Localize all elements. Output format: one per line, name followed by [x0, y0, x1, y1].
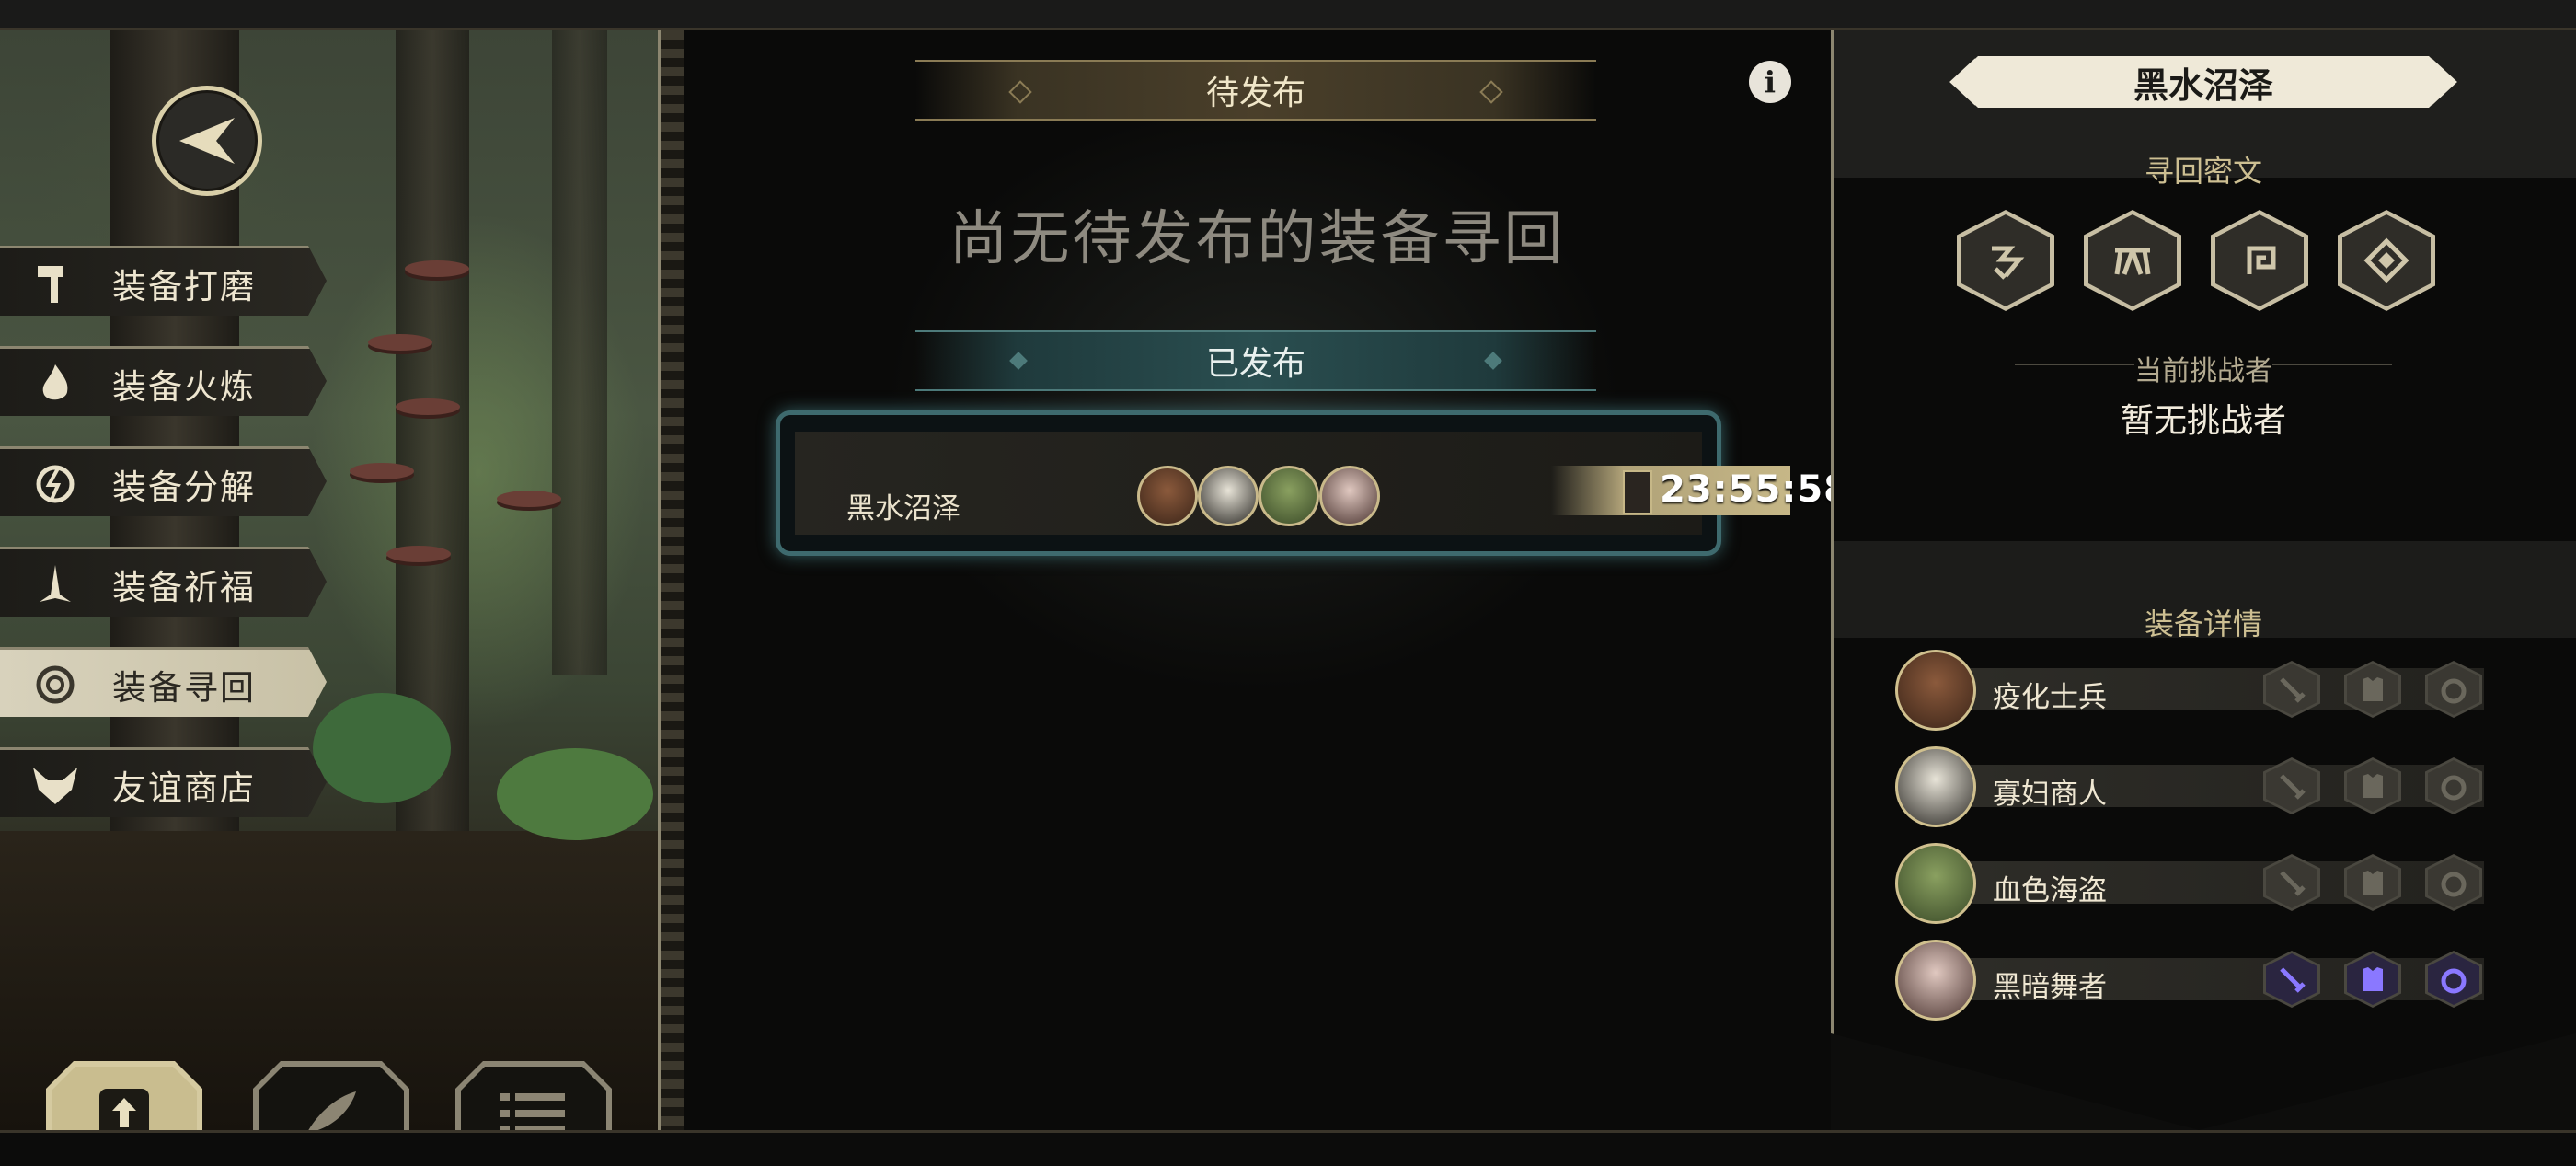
top-bar: [0, 0, 2576, 30]
tree-trunk: [552, 30, 607, 675]
nav-item-label: 友谊商店: [112, 768, 256, 808]
mushroom: [368, 334, 432, 351]
chevron-left-icon[interactable]: [1947, 56, 1984, 108]
upload-icon: [99, 1089, 149, 1130]
sword-icon: [2280, 677, 2306, 703]
feather-icon: [306, 1091, 356, 1130]
quest-card[interactable]: 黑水沼泽 23:55:58: [776, 410, 1849, 556]
rune-glyph-icon: [2247, 246, 2276, 274]
equip-section-title: 装备详情: [2144, 606, 2262, 641]
bush: [497, 748, 653, 840]
nav-item-label: 装备寻回: [112, 668, 256, 708]
bush: [313, 693, 451, 803]
challenger-value: 暂无挑战者: [2120, 402, 2286, 440]
region-title-text: 黑水沼泽: [2133, 64, 2273, 106]
fox-icon: [28, 757, 83, 813]
mushroom: [497, 491, 561, 507]
pending-header-text: 待发布: [1205, 75, 1305, 112]
nav-item-disassemble[interactable]: 装备分解: [0, 446, 327, 516]
portrait-dark-dancer: [1895, 940, 1976, 1021]
nav-item-label: 装备分解: [112, 468, 256, 507]
published-header: 已发布: [915, 330, 1596, 391]
rune-section-title: 寻回密文: [2144, 154, 2262, 189]
published-header-text: 已发布: [1205, 345, 1305, 383]
portrait-plague-soldier: [1895, 650, 1976, 731]
tab-publish[interactable]: [46, 1061, 202, 1130]
sword-icon: [2280, 967, 2306, 993]
ring-icon: [2441, 775, 2467, 801]
nav-item-polish[interactable]: 装备打磨: [0, 246, 327, 316]
nav-item-retrieve[interactable]: 装备寻回: [0, 647, 327, 717]
mushroom: [386, 546, 451, 562]
chevron-right-icon[interactable]: [2423, 56, 2460, 108]
sword-icon: [2280, 774, 2306, 800]
armor-icon: [2363, 871, 2383, 895]
equip-name: 疫化士兵: [1993, 681, 2107, 714]
back-button[interactable]: [152, 86, 262, 196]
equip-row[interactable]: 寡妇商人: [1895, 746, 2484, 827]
ring-icon: [2441, 872, 2467, 897]
equip-row[interactable]: 黑暗舞者: [1895, 940, 2484, 1021]
left-panel: 装备打磨 装备火炼 装备分解 装备祈福 装备寻回 友谊商店: [0, 30, 658, 1130]
tab-feather[interactable]: [253, 1061, 409, 1130]
mushroom: [405, 260, 469, 277]
nav-item-temper[interactable]: 装备火炼: [0, 346, 327, 416]
nav-item-label: 装备火炼: [112, 367, 256, 407]
nav-item-label: 装备打磨: [112, 267, 256, 306]
info-icon: i: [1764, 64, 1777, 99]
equip-row[interactable]: 疫化士兵: [1895, 650, 2484, 731]
armor-icon: [2363, 967, 2383, 991]
info-button[interactable]: i: [1749, 61, 1791, 103]
pray-icon: [28, 557, 83, 612]
equip-name: 寡妇商人: [1993, 778, 2107, 811]
armor-icon: [2363, 677, 2383, 701]
ring-icon: [2441, 968, 2467, 994]
equip-name: 黑暗舞者: [1993, 971, 2107, 1004]
flame-icon: [28, 356, 83, 411]
portrait-widow-merchant: [1198, 466, 1259, 526]
list-icon: [500, 1093, 565, 1130]
armor-icon: [2363, 774, 2383, 798]
challenger-label: 当前挑战者: [2134, 355, 2272, 387]
diamond-ornament: [1008, 80, 1032, 104]
diamond-ornament: [1479, 80, 1503, 104]
hourglass-icon: [1623, 470, 1652, 514]
quest-name: 黑水沼泽: [846, 492, 960, 525]
ring-icon: [2441, 678, 2467, 704]
region-title: 黑水沼泽: [1950, 56, 2456, 108]
quest-card-inner: 黑水沼泽 23:55:58: [795, 432, 1849, 535]
tab-list[interactable]: [455, 1061, 612, 1130]
nav-item-bless[interactable]: 装备祈福: [0, 547, 327, 617]
pending-header: 待发布: [915, 60, 1596, 121]
right-panel: 黑水沼泽 寻回密文 当前挑战者 暂无挑战者 装备详情 疫化士兵 寡妇商人 血色海…: [1831, 30, 2576, 1130]
hammer-icon: [28, 256, 83, 311]
nav-item-shop[interactable]: 友谊商店: [0, 747, 327, 817]
empty-message: 尚无待发布的装备寻回: [949, 205, 1566, 273]
rune-glyph-icon: [1992, 246, 2025, 280]
diamond-ornament: [1484, 352, 1502, 370]
equip-name: 血色海盗: [1993, 874, 2107, 907]
rune-glyph-icon: [2363, 237, 2409, 283]
rune-glyph-icon: [2114, 248, 2151, 275]
mushroom: [396, 398, 460, 415]
nav-item-label: 装备祈福: [112, 568, 256, 607]
portrait-plague-soldier: [1137, 466, 1198, 526]
mushroom: [350, 463, 414, 479]
sword-icon: [2280, 871, 2306, 896]
center-panel: 待发布 i 尚无待发布的装备寻回 已发布 黑水沼泽 23:55:58: [684, 30, 1849, 1130]
back-arrow-icon: [179, 118, 235, 164]
portrait-widow-merchant: [1895, 746, 1976, 827]
divider-line: [2272, 364, 2392, 365]
portrait-crimson-pirate: [1895, 843, 1976, 924]
disassemble-icon: [28, 456, 83, 512]
bottom-bar: [0, 1130, 2576, 1166]
quest-timer: 23:55:58: [1660, 468, 1850, 511]
portrait-crimson-pirate: [1259, 466, 1319, 526]
equip-row[interactable]: 血色海盗: [1895, 843, 2484, 924]
target-icon: [28, 657, 83, 712]
portrait-dark-dancer: [1319, 466, 1380, 526]
diamond-ornament: [1009, 352, 1028, 370]
